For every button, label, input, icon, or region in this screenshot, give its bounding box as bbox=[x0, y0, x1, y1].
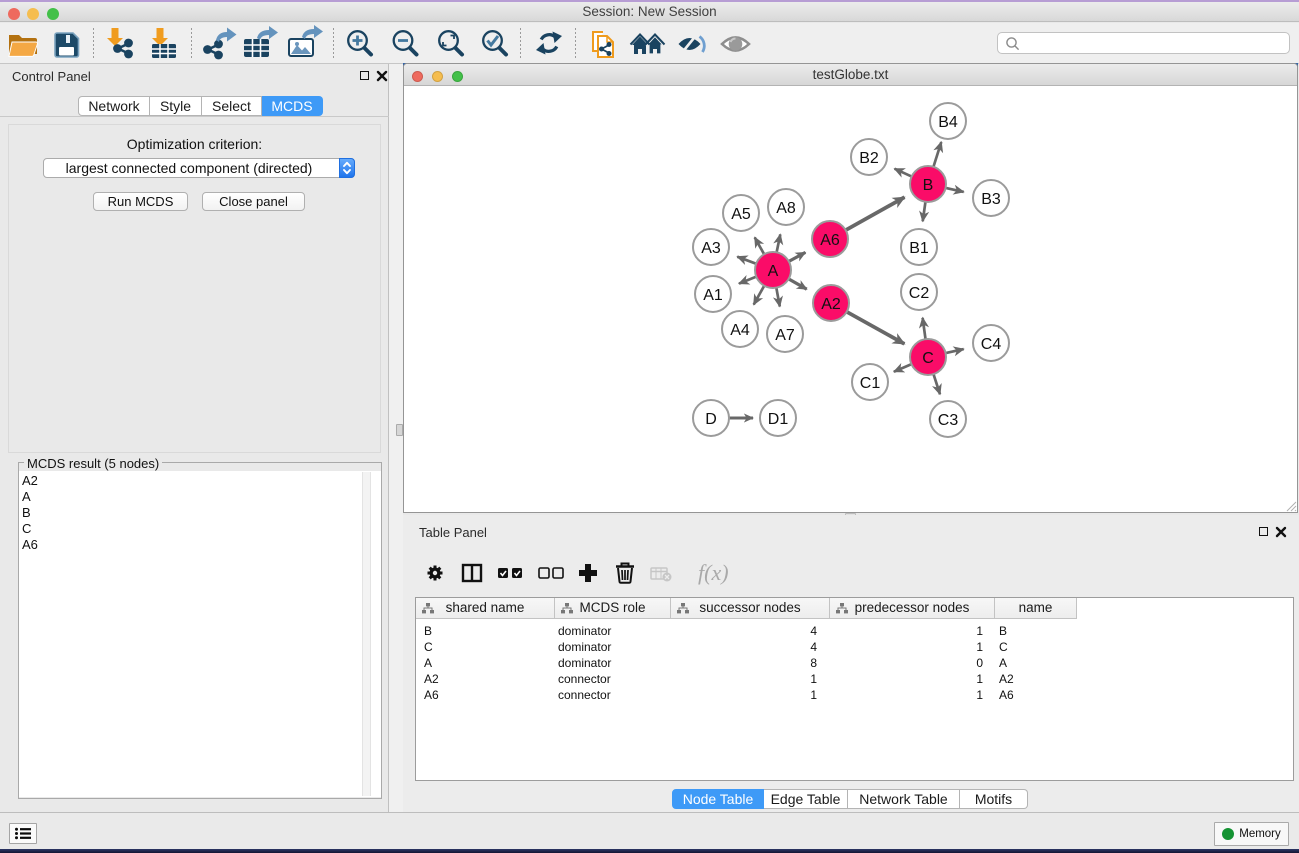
svg-text:C: C bbox=[922, 350, 934, 367]
svg-text:B4: B4 bbox=[938, 114, 958, 131]
svg-text:A8: A8 bbox=[776, 200, 796, 217]
svg-text:A3: A3 bbox=[701, 240, 721, 257]
svg-text:A4: A4 bbox=[730, 322, 750, 339]
svg-text:f(x): f(x) bbox=[698, 560, 729, 585]
svg-text:D1: D1 bbox=[768, 411, 789, 428]
svg-text:B: B bbox=[923, 177, 934, 194]
svg-text:B3: B3 bbox=[981, 191, 1001, 208]
svg-text:A1: A1 bbox=[703, 287, 723, 304]
svg-text:D: D bbox=[705, 411, 717, 428]
svg-text:A2: A2 bbox=[821, 296, 841, 313]
svg-text:A7: A7 bbox=[775, 327, 795, 344]
svg-text:C4: C4 bbox=[981, 336, 1002, 353]
svg-text:B2: B2 bbox=[859, 150, 879, 167]
svg-text:C2: C2 bbox=[909, 285, 930, 302]
svg-text:C1: C1 bbox=[860, 375, 881, 392]
svg-text:A5: A5 bbox=[731, 206, 751, 223]
svg-text:C3: C3 bbox=[938, 412, 959, 429]
svg-text:A: A bbox=[768, 263, 779, 280]
svg-text:A6: A6 bbox=[820, 232, 840, 249]
svg-text:B1: B1 bbox=[909, 240, 929, 257]
